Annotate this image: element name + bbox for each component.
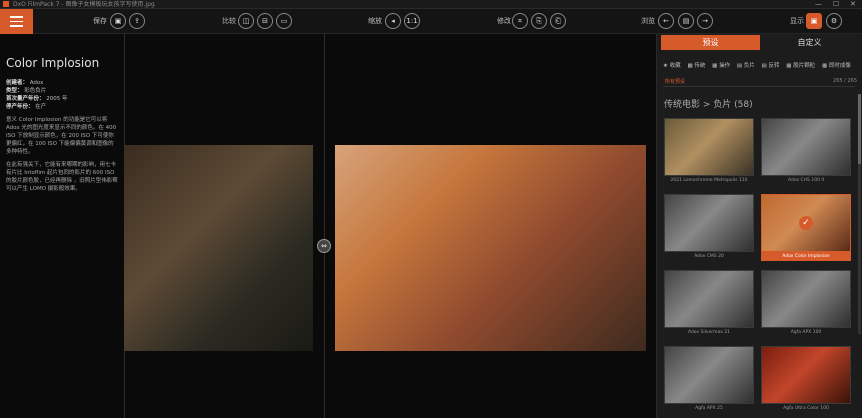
scrollbar[interactable] bbox=[858, 94, 861, 334]
minimize-button[interactable]: — bbox=[815, 0, 822, 9]
app-logo-icon bbox=[3, 1, 9, 7]
compare-side-icon[interactable]: ⊟ bbox=[257, 13, 273, 29]
preset-count: 265 / 265 bbox=[833, 78, 857, 84]
filter-instant[interactable]: ▦ 即时成像 bbox=[822, 63, 851, 69]
preset-thumbnail-label: Agfa Ultra Color 100 bbox=[783, 406, 829, 411]
preset-thumbnail[interactable]: Agfa APX 25 bbox=[664, 346, 754, 414]
preview-image bbox=[335, 145, 646, 351]
export-icon[interactable]: ⇪ bbox=[129, 13, 145, 29]
preset-thumbnail[interactable]: Agfa Ultra Color 100 bbox=[761, 346, 851, 414]
preset-thumbnail[interactable]: Adox Silvermax 21 bbox=[664, 270, 754, 338]
save-icon[interactable]: ▣ bbox=[110, 13, 126, 29]
crop-icon[interactable]: ⌗ bbox=[512, 13, 528, 29]
filmstrip-icon[interactable]: ▤ bbox=[678, 13, 694, 29]
preset-thumbnail-label: Adox CHS 100 II bbox=[787, 178, 825, 183]
preset-filter-bar: ★ 收藏 ▦ 传统 ▦ 操作 ▤ 负片 ▤ 反转 ▦ 胶片颗粒 ▦ 即时成像 bbox=[663, 61, 856, 69]
preset-name: Color Implosion bbox=[6, 56, 100, 70]
preset-type-row: 类型： 彩色负片 bbox=[6, 88, 47, 94]
preset-thumbnail-label: Agfa APX 100 bbox=[790, 330, 822, 335]
compare-single-icon[interactable]: ▭ bbox=[276, 13, 292, 29]
preset-thumbnail[interactable]: 2021 Lomochrome Metropolis 110 bbox=[664, 118, 754, 186]
checkmark-icon: ✓ bbox=[799, 216, 813, 230]
filter-operations[interactable]: ▦ 操作 bbox=[712, 63, 730, 69]
tab-presets[interactable]: 预设 bbox=[661, 35, 760, 50]
preset-thumbnail-label: 2021 Lomochrome Metropolis 110 bbox=[670, 178, 748, 183]
settings-panel-icon[interactable]: ⚙ bbox=[826, 13, 842, 29]
filter-traditional[interactable]: ▦ 传统 bbox=[687, 63, 705, 69]
preset-thumbnail-label: Adox CMS 20 bbox=[694, 254, 724, 259]
separator bbox=[663, 86, 855, 87]
filter-favorites[interactable]: ★ 收藏 bbox=[663, 63, 681, 69]
scrollbar-thumb[interactable] bbox=[858, 94, 861, 164]
maximize-button[interactable]: ☐ bbox=[833, 0, 839, 9]
window-title: DxO FilmPack 7 - 图像子女模板玩女孩字写使用.jpg bbox=[13, 1, 155, 8]
preset-thumbnail[interactable]: Adox CHS 100 II bbox=[761, 118, 851, 186]
title-bar: DxO FilmPack 7 - 图像子女模板玩女孩字写使用.jpg — ☐ ✕ bbox=[0, 0, 862, 9]
save-label: 保存 bbox=[93, 17, 107, 25]
compare-split-icon[interactable]: ◫ bbox=[238, 13, 254, 29]
tab-custom[interactable]: 自定义 bbox=[760, 35, 859, 50]
preset-subheader: 所有预设 265 / 265 bbox=[665, 78, 857, 85]
display-label: 显示 bbox=[790, 17, 804, 25]
filter-negative[interactable]: ▤ 负片 bbox=[737, 63, 755, 69]
paste-settings-icon[interactable]: ⎗ bbox=[550, 13, 566, 29]
edit-label: 修改 bbox=[497, 17, 511, 25]
preset-first-year-row: 首次量产年份： 2005 年 bbox=[6, 96, 68, 102]
toolbar: 保存 ▣ ⇪ 比较 ◫ ⊟ ▭ 缩放 ◂ 1:1 修改 ⌗ ⎘ ⎗ 浏览 ← ▤… bbox=[0, 9, 862, 34]
preset-thumbnail[interactable]: Adox CMS 20 bbox=[664, 194, 754, 262]
preset-last-year-row: 停产年份： 在产 bbox=[6, 104, 47, 110]
browse-label: 浏览 bbox=[641, 17, 655, 25]
preset-info-panel: Color Implosion 创建者： Adox 类型： 彩色负片 首次量产年… bbox=[0, 34, 124, 418]
preset-description: 意义 Color Implosion 的功能是它可以将 Adox 光的图光度来显… bbox=[6, 117, 117, 155]
presets-side-panel: 预设 自定义 ★ 收藏 ▦ 传统 ▦ 操作 ▤ 负片 ▤ 反转 ▦ 胶片颗粒 ▦… bbox=[656, 34, 862, 418]
preset-tabs: 预设 自定义 bbox=[661, 35, 859, 50]
compare-divider bbox=[324, 34, 325, 418]
compare-handle-icon[interactable]: ⇔ bbox=[317, 239, 331, 253]
filter-reversal[interactable]: ▤ 反转 bbox=[762, 63, 780, 69]
menu-button[interactable] bbox=[0, 9, 33, 34]
preset-creator-row: 创建者： Adox bbox=[6, 80, 44, 86]
category-title: 传统电影 > 负片 (58) bbox=[664, 100, 753, 110]
preset-description-2: 在此有强关下，它能有来哪期的影响，用七卡有片比 Intoflim 起片包同的影片… bbox=[6, 162, 118, 192]
preset-thumbnail-label: Adox Color Implosion bbox=[761, 252, 851, 261]
zoom-label: 缩放 bbox=[368, 17, 382, 25]
next-image-icon[interactable]: → bbox=[697, 13, 713, 29]
original-image bbox=[124, 145, 313, 351]
filter-grain[interactable]: ▦ 胶片颗粒 bbox=[786, 63, 815, 69]
copy-settings-icon[interactable]: ⎘ bbox=[531, 13, 547, 29]
preset-sub-label[interactable]: 所有预设 bbox=[665, 79, 685, 85]
preset-thumbnail-label: Adox Silvermax 21 bbox=[687, 330, 731, 335]
close-button[interactable]: ✕ bbox=[850, 0, 856, 9]
preset-thumbnail-label: Agfa APX 25 bbox=[695, 406, 723, 411]
previous-image-icon[interactable]: ← bbox=[658, 13, 674, 29]
zoom-fit-icon[interactable]: ◂ bbox=[385, 13, 401, 29]
preset-thumbnail[interactable]: Agfa APX 100 bbox=[761, 270, 851, 338]
compare-label: 比较 bbox=[222, 17, 236, 25]
presets-panel-icon[interactable]: ▣ bbox=[806, 13, 822, 29]
preset-thumbnail-selected[interactable]: ✓ Adox Color Implosion bbox=[761, 194, 851, 262]
zoom-100-button[interactable]: 1:1 bbox=[404, 13, 420, 29]
